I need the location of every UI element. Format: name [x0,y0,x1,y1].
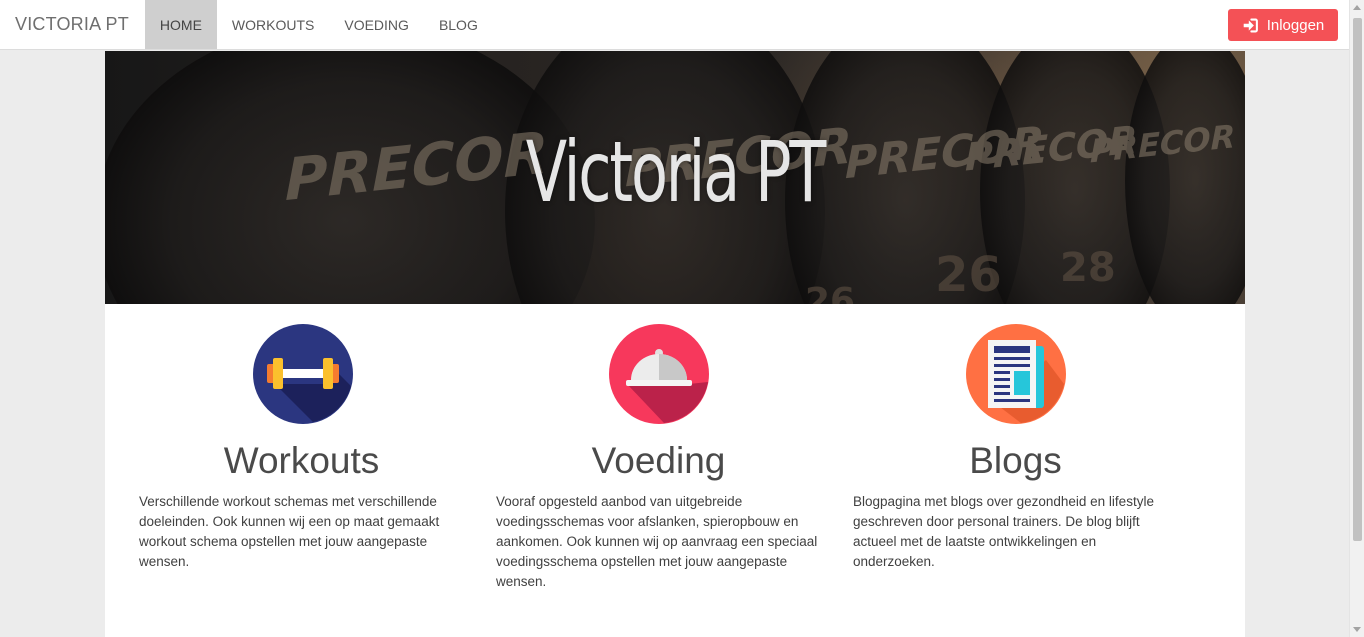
scroll-thumb[interactable] [1353,18,1362,541]
feature-text-workouts: Verschillende workout schemas met versch… [139,494,440,569]
food-cloche-icon [609,324,709,424]
top-navbar: VICTORIA PT HOME WORKOUTS VOEDING BLOG I… [0,0,1349,50]
feature-title-voeding: Voeding [591,440,726,481]
feature-title-workouts: Workouts [223,440,380,481]
svg-text:26: 26 [805,281,855,304]
newspaper-icon [966,324,1066,424]
page-scrollbar[interactable] [1349,0,1364,637]
feature-text-voeding: Vooraf opgesteld aanbod van uitgebreide … [496,494,818,589]
nav-item-workouts[interactable]: WORKOUTS [217,0,329,49]
feature-title-blogs: Blogs [969,440,1062,481]
login-button[interactable]: Inloggen [1228,9,1338,41]
scroll-down-arrow-icon[interactable] [1353,627,1361,632]
scroll-up-arrow-icon[interactable] [1353,5,1361,10]
dumbbell-icon [253,324,353,424]
nav-item-home[interactable]: HOME [144,0,217,49]
hero-title: Victoria PT [525,123,827,221]
brand-link[interactable]: VICTORIA PT [0,0,145,49]
nav-item-blog[interactable]: BLOG [424,0,493,49]
svg-text:26: 26 [935,247,1002,303]
hero-banner: PRECOR PRECOR PRECOR PRECOR PRECOR 26 28… [105,51,1245,304]
nav-item-voeding[interactable]: VOEDING [329,0,424,49]
login-label: Inloggen [1266,16,1325,34]
svg-text:28: 28 [1060,245,1116,291]
features-section: Workouts Verschillende workout schemas m… [105,304,1245,637]
sign-in-icon [1243,18,1258,32]
feature-text-blogs: Blogpagina met blogs over gezondheid en … [853,494,1154,569]
